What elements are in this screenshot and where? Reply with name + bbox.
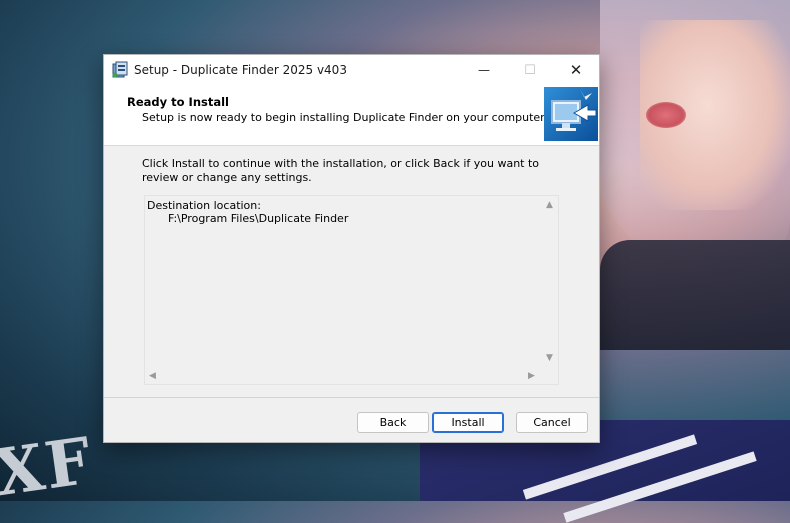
memo-line: Destination location: [147, 199, 261, 212]
page-title: Ready to Install [127, 95, 230, 109]
wallpaper-lips [646, 102, 686, 128]
maximize-icon: ☐ [524, 62, 536, 78]
ready-memo[interactable]: Destination location: F:\Program Files\D… [144, 195, 559, 385]
scroll-right-icon[interactable]: ▶ [528, 371, 535, 381]
install-button[interactable]: Install [432, 412, 504, 433]
scroll-left-icon[interactable]: ◀ [149, 371, 156, 381]
minimize-button[interactable]: — [461, 55, 507, 85]
vertical-scrollbar[interactable]: ▲ ▼ [543, 196, 558, 368]
window-title: Setup - Duplicate Finder 2025 v403 [134, 63, 347, 77]
footer-divider [104, 397, 599, 398]
instructions-text: Click Install to continue with the insta… [142, 157, 540, 184]
scroll-up-icon[interactable]: ▲ [546, 200, 553, 210]
page-subtitle: Setup is now ready to begin installing D… [142, 111, 548, 124]
close-button[interactable]: ✕ [553, 55, 599, 85]
wizard-header: Ready to Install Setup is now ready to b… [104, 85, 599, 146]
title-bar[interactable]: Setup - Duplicate Finder 2025 v403 — ☐ ✕ [104, 55, 599, 85]
wallpaper-watermark: XF [0, 423, 98, 512]
close-icon: ✕ [569, 61, 583, 79]
setup-app-icon [111, 61, 129, 79]
back-button[interactable]: Back [357, 412, 429, 433]
setup-dialog: Setup - Duplicate Finder 2025 v403 — ☐ ✕… [103, 54, 600, 443]
horizontal-scrollbar[interactable]: ◀ ▶ [145, 368, 558, 384]
memo-line: F:\Program Files\Duplicate Finder [147, 212, 349, 225]
scroll-down-icon[interactable]: ▼ [546, 353, 553, 363]
maximize-button[interactable]: ☐ [507, 55, 553, 85]
installer-monitor-icon [544, 87, 598, 141]
minimize-icon: — [478, 63, 490, 77]
wallpaper-collar [600, 240, 790, 350]
cancel-button[interactable]: Cancel [516, 412, 588, 433]
